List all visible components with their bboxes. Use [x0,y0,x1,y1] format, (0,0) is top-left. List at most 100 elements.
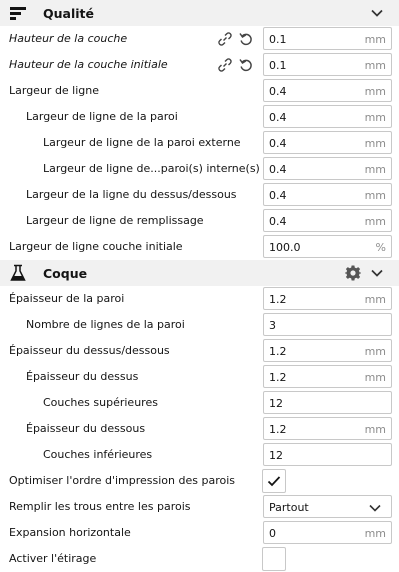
field-unit: mm [364,85,386,98]
field-unit: mm [364,59,386,72]
setting-row-enable-ironing: Activer l'étirage [0,546,399,572]
section-shell-header[interactable]: Coque [0,260,399,286]
chevron-down-icon [369,504,381,512]
field-value: 100.0 [269,241,301,254]
section-quality-header[interactable]: Qualité [0,0,399,26]
chevron-down-icon[interactable] [371,267,383,279]
flask-shell-icon [10,264,26,281]
field-unit: mm [364,215,386,228]
field-value: 1.2 [269,423,287,436]
field-unit: mm [364,345,386,358]
setting-label: Largeur de ligne de remplissage [26,214,204,227]
infill-line-width-input[interactable]: 0.4 mm [263,209,392,232]
setting-row-outer-wall-line-width: Largeur de ligne de la paroi externe 0.4… [0,130,399,156]
outer-wall-line-width-input[interactable]: 0.4 mm [263,131,392,154]
field-unit: mm [364,137,386,150]
gear-icon[interactable] [345,265,361,281]
wall-thickness-input[interactable]: 1.2 mm [263,287,392,310]
setting-row-wall-line-width: Largeur de ligne de la paroi 0.4 mm [0,104,399,130]
setting-label: Épaisseur de la paroi [9,292,125,305]
setting-row-top-thickness: Épaisseur du dessus 1.2 mm [0,364,399,390]
setting-label: Couches inférieures [43,448,153,461]
reset-icon[interactable] [238,57,254,73]
chevron-down-icon[interactable] [371,7,383,19]
bottom-layers-input[interactable]: 12 [263,443,392,466]
setting-row-initial-layer-height: Hauteur de la couche initiale 0.1 mm [0,52,399,78]
field-value: 3 [269,319,276,332]
field-value: 0.1 [269,59,287,72]
setting-label: Épaisseur du dessous [26,422,146,435]
field-unit: mm [364,111,386,124]
setting-label: Optimiser l'ordre d'impression des paroi… [9,474,235,487]
field-value: 0.4 [269,163,287,176]
section-shell-title: Coque [43,266,88,281]
setting-label: Épaisseur du dessus/dessous [9,344,170,357]
fill-gaps-select[interactable]: Partout [263,495,392,518]
field-unit: mm [364,163,386,176]
reset-icon[interactable] [238,31,254,47]
setting-label: Expansion horizontale [9,526,131,539]
setting-label: Couches supérieures [43,396,158,409]
setting-label: Épaisseur du dessus [26,370,139,383]
setting-row-bottom-layers: Couches inférieures 12 [0,442,399,468]
top-bottom-line-width-input[interactable]: 0.4 mm [263,183,392,206]
top-bottom-thickness-input[interactable]: 1.2 mm [263,339,392,362]
setting-row-inner-wall-line-width: Largeur de ligne de...paroi(s) interne(s… [0,156,399,182]
bottom-thickness-input[interactable]: 1.2 mm [263,417,392,440]
setting-label: Activer l'étirage [9,552,97,565]
line-width-input[interactable]: 0.4 mm [263,79,392,102]
top-thickness-input[interactable]: 1.2 mm [263,365,392,388]
setting-row-horizontal-expansion: Expansion horizontale 0 mm [0,520,399,546]
setting-label: Largeur de ligne de...paroi(s) interne(s… [43,162,260,175]
field-value: 0.1 [269,33,287,46]
setting-row-initial-layer-line-width: Largeur de ligne couche initiale 100.0 % [0,234,399,260]
link-icon[interactable] [217,57,233,73]
setting-label: Largeur de ligne de la paroi [26,110,178,123]
field-value: 1.2 [269,345,287,358]
field-unit: mm [364,423,386,436]
field-value: 1.2 [269,293,287,306]
setting-label: Largeur de la ligne du dessus/dessous [26,188,237,201]
setting-label: Largeur de ligne de la paroi externe [43,136,241,149]
setting-row-wall-line-count: Nombre de lignes de la paroi 3 [0,312,399,338]
wall-line-width-input[interactable]: 0.4 mm [263,105,392,128]
inner-wall-line-width-input[interactable]: 0.4 mm [263,157,392,180]
setting-row-top-bottom-line-width: Largeur de la ligne du dessus/dessous 0.… [0,182,399,208]
field-value: 12 [269,449,283,462]
wall-line-count-input[interactable]: 3 [263,313,392,336]
field-value: 0.4 [269,137,287,150]
field-unit: mm [364,371,386,384]
top-layers-input[interactable]: 12 [263,391,392,414]
layer-height-input[interactable]: 0.1 mm [263,27,392,50]
field-unit: mm [364,527,386,540]
setting-label: Largeur de ligne couche initiale [9,240,183,253]
horizontal-expansion-input[interactable]: 0 mm [263,521,392,544]
checkmark-icon [267,476,281,487]
initial-layer-height-input[interactable]: 0.1 mm [263,53,392,76]
setting-row-fill-gaps-between-walls: Remplir les trous entre les parois Parto… [0,494,399,520]
setting-row-line-width: Largeur de ligne 0.4 mm [0,78,399,104]
setting-label: Hauteur de la couche initiale [9,58,168,71]
setting-row-layer-height: Hauteur de la couche 0.1 mm [0,26,399,52]
enable-ironing-checkbox[interactable] [262,547,286,571]
field-value: 1.2 [269,371,287,384]
setting-label: Remplir les trous entre les parois [9,500,191,513]
field-unit: mm [364,189,386,202]
field-value: 0.4 [269,85,287,98]
link-icon[interactable] [217,31,233,47]
field-value: 12 [269,397,283,410]
field-unit: mm [364,33,386,46]
setting-row-infill-line-width: Largeur de ligne de remplissage 0.4 mm [0,208,399,234]
setting-row-wall-thickness: Épaisseur de la paroi 1.2 mm [0,286,399,312]
setting-row-top-bottom-thickness: Épaisseur du dessus/dessous 1.2 mm [0,338,399,364]
field-value: 0.4 [269,215,287,228]
field-value: 0 [269,527,276,540]
section-quality-title: Qualité [43,6,94,21]
optimize-wall-order-checkbox[interactable] [262,469,286,493]
field-unit: % [375,241,386,254]
setting-label: Hauteur de la couche [9,32,128,45]
field-unit: mm [364,293,386,306]
setting-row-bottom-thickness: Épaisseur du dessous 1.2 mm [0,416,399,442]
initial-layer-line-width-input[interactable]: 100.0 % [263,235,392,258]
quality-sliders-icon [10,7,26,20]
